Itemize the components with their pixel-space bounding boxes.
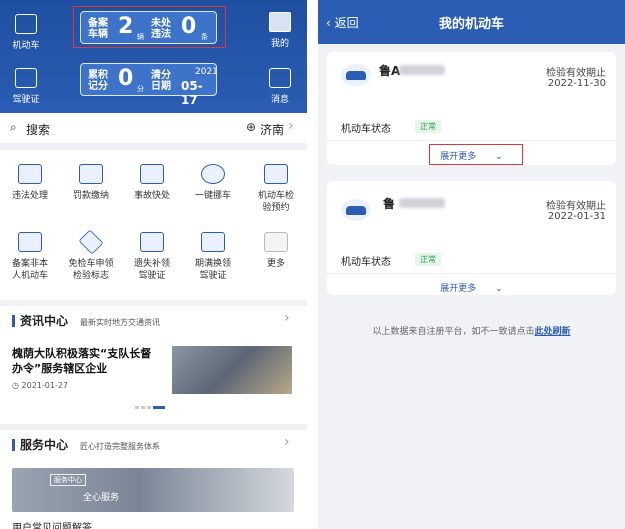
vehicle-icon bbox=[15, 14, 37, 34]
refresh-link[interactable]: 此处刷新 bbox=[535, 327, 571, 337]
news-date: ◷ 2021-01-27 bbox=[12, 381, 69, 390]
register-icon bbox=[18, 232, 42, 252]
plate-number: 鲁A bbox=[379, 64, 401, 78]
city-selector[interactable]: 济南 bbox=[260, 121, 284, 138]
car-violation-icon bbox=[18, 164, 42, 184]
service-item-inspection[interactable]: 机动车检 验预约 bbox=[246, 164, 306, 214]
chevron-right-icon: › bbox=[288, 118, 294, 134]
grid-more-icon bbox=[264, 232, 288, 252]
accident-icon bbox=[140, 164, 164, 184]
receipt-icon bbox=[79, 164, 103, 184]
service-item-reissue[interactable]: 遗失补领 驾驶证 bbox=[122, 232, 182, 282]
chevron-right-icon[interactable]: › bbox=[284, 434, 290, 450]
car-icon bbox=[341, 64, 371, 86]
service-grid: 违法处理 罚款缴纳 事故快处 一键挪车 机动车检 验预约 备案非本 人机动车 免检车… bbox=[0, 150, 307, 300]
chevron-right-icon[interactable]: › bbox=[284, 310, 290, 326]
carousel-indicator bbox=[135, 406, 167, 409]
plate-blur bbox=[399, 198, 445, 208]
inspection-icon bbox=[264, 164, 288, 184]
news-image[interactable] bbox=[172, 346, 292, 394]
vehicle-card[interactable]: 鲁 检验有效期止 2022-01-31 机动车状态 正常 展开更多 ⌄ bbox=[327, 181, 616, 295]
expand-more-button[interactable]: 展开更多 ⌄ bbox=[327, 281, 616, 294]
car-icon bbox=[341, 199, 371, 221]
clear-date: 05-17 bbox=[181, 79, 203, 107]
mine-button[interactable]: 我的 bbox=[258, 12, 302, 49]
service-item-violation[interactable]: 违法处理 bbox=[0, 164, 60, 202]
service-banner[interactable]: 服务中心 全心服务 bbox=[12, 468, 294, 512]
service-item-accident[interactable]: 事故快处 bbox=[122, 164, 182, 202]
service-center-section: 服务中心 匠心打造完整服务体系 › 服务中心 全心服务 用户常见问题解答 bbox=[0, 430, 307, 529]
page-title: 我的机动车 bbox=[438, 17, 504, 32]
right-screen: ‹ 返回 我的机动车 鲁A 检验有效期止 2022-11-30 机动车状态 正常… bbox=[318, 0, 625, 529]
exempt-icon bbox=[78, 229, 104, 255]
points-value: 0 bbox=[118, 66, 134, 91]
license-icon bbox=[15, 68, 37, 88]
news-headline[interactable]: 槐荫大队积极落实“支队长督 办令”服务辖区企业 bbox=[12, 346, 172, 376]
highlight-box bbox=[429, 144, 523, 165]
left-screen: 机动车 备案 车辆 2 辆 未处 违法 0 条 我的 驾驶证 累积 记分 0 分… bbox=[0, 0, 307, 529]
renew-icon bbox=[201, 232, 225, 252]
message-button[interactable]: 消息 bbox=[258, 68, 302, 105]
search-icon: ⌕ bbox=[10, 120, 17, 134]
move-car-icon bbox=[201, 164, 225, 184]
status-badge: 正常 bbox=[415, 120, 441, 133]
location-icon: ⊕ bbox=[246, 120, 257, 134]
service-item-fine[interactable]: 罚款缴纳 bbox=[61, 164, 121, 202]
service-item-more[interactable]: 更多 bbox=[246, 232, 306, 270]
avatar-icon bbox=[269, 12, 291, 32]
vehicle-button[interactable]: 机动车 bbox=[4, 14, 48, 51]
news-section: 资讯中心 最新实时地方交通资讯 › 槐荫大队积极落实“支队长督 办令”服务辖区企… bbox=[0, 306, 307, 424]
mail-icon bbox=[269, 68, 291, 88]
reissue-icon bbox=[140, 232, 164, 252]
faq-link[interactable]: 用户常见问题解答 bbox=[12, 519, 92, 529]
chevron-down-icon: ⌄ bbox=[495, 284, 503, 294]
service-item-move-car[interactable]: 一键挪车 bbox=[183, 164, 243, 202]
vehicle-page-header: ‹ 返回 我的机动车 bbox=[318, 0, 625, 44]
home-header: 机动车 备案 车辆 2 辆 未处 违法 0 条 我的 驾驶证 累积 记分 0 分… bbox=[0, 0, 307, 113]
service-item-exempt[interactable]: 免检车申领 检验标志 bbox=[61, 229, 121, 282]
status-badge: 正常 bbox=[415, 253, 441, 266]
search-bar[interactable]: ⌕ 搜索 ⊕ 济南 › bbox=[0, 113, 307, 143]
highlight-box bbox=[73, 6, 226, 48]
footer-note: 以上数据来自注册平台，如不一致请点击此处刷新 bbox=[372, 327, 571, 337]
service-item-register[interactable]: 备案非本 人机动车 bbox=[0, 232, 60, 282]
plate-number: 鲁 bbox=[383, 197, 396, 211]
plate-blur bbox=[399, 65, 445, 75]
license-summary-card[interactable]: 累积 记分 0 分 清分 日期 2021 05-17 bbox=[80, 63, 218, 107]
license-button[interactable]: 驾驶证 bbox=[4, 68, 48, 105]
service-item-renew[interactable]: 期满换领 驾驶证 bbox=[183, 232, 243, 282]
